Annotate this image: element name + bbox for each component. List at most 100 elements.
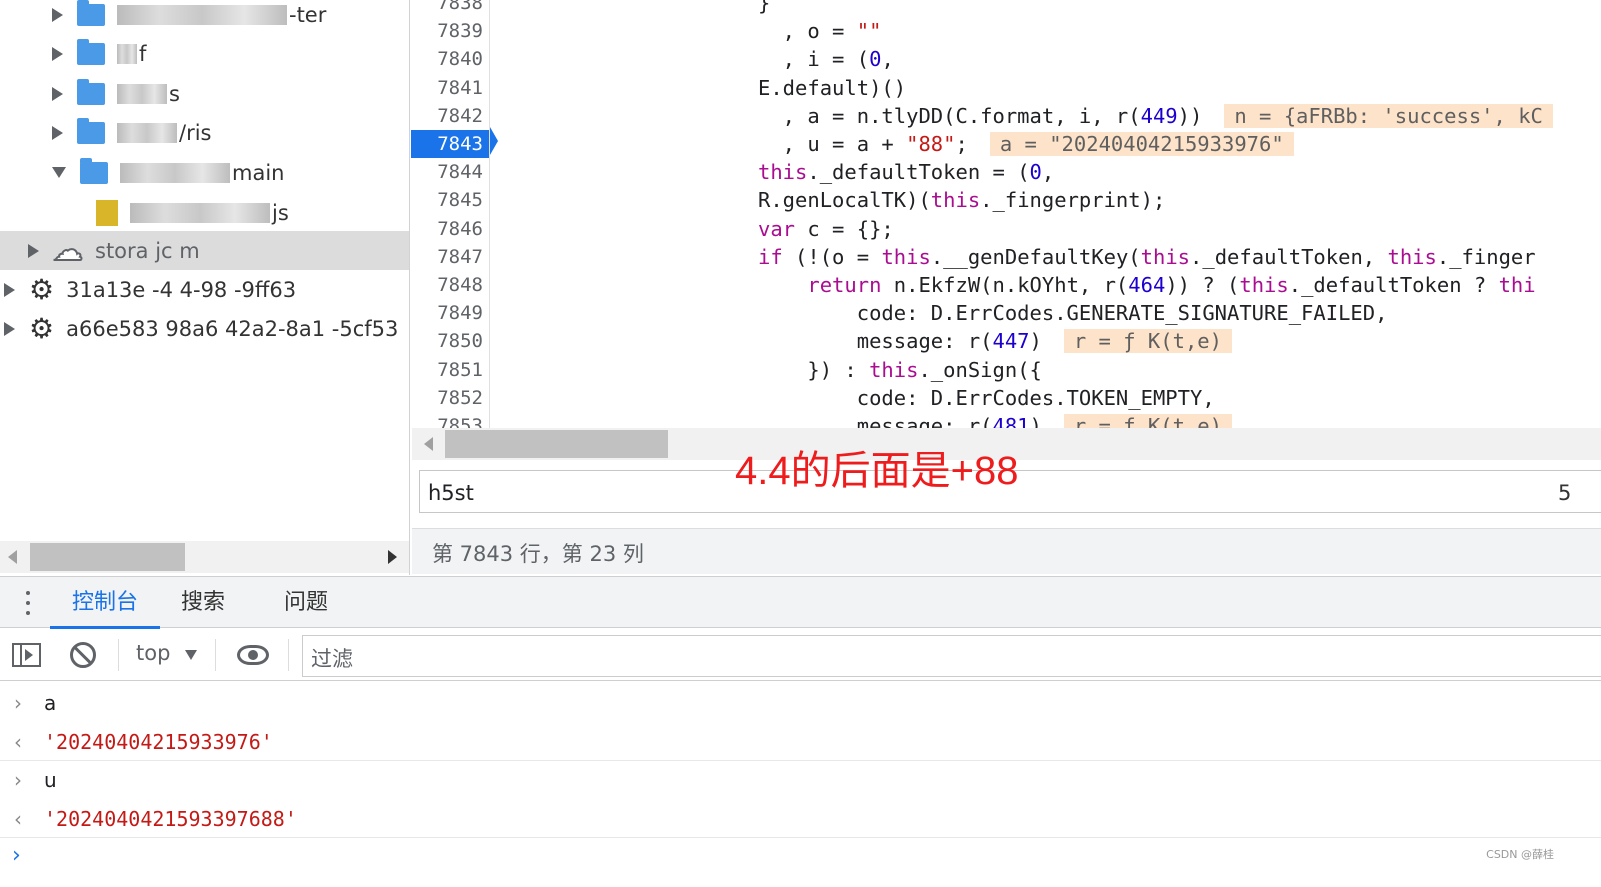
code-token: , <box>1041 160 1055 185</box>
line-number[interactable]: 7852 <box>413 384 483 412</box>
redacted <box>117 83 167 104</box>
tree-item[interactable]: ⚙ 31a13e -4 4-98 -9ff63 <box>0 270 409 309</box>
context-selector[interactable]: top <box>136 641 198 665</box>
code-token: this <box>881 244 931 269</box>
line-gutter[interactable]: 7838 7839 7840 7841 7842 7843 7844 7845 7846 7847… <box>411 0 490 437</box>
line-number[interactable]: 7850 <box>413 327 483 355</box>
line-number[interactable]: 7851 <box>413 356 483 384</box>
line-number[interactable]: 7843 <box>411 130 489 158</box>
line-number[interactable]: 7842 <box>413 102 483 130</box>
line-number[interactable]: 7838 <box>413 0 483 17</box>
filter-input[interactable]: 过滤 <box>302 635 1601 677</box>
code-line: E.default)() <box>758 74 906 102</box>
line-number[interactable]: 7846 <box>413 215 483 243</box>
code-token: 447 <box>992 329 1030 354</box>
code-token: , o = <box>758 19 857 44</box>
tree-item-label: 31a13e -4 4-98 -9ff63 <box>66 277 297 302</box>
collapsed-arrow-icon[interactable] <box>52 86 63 101</box>
code-line: code: D.ErrCodes.TOKEN_EMPTY, <box>758 384 1215 412</box>
tab-search[interactable]: 搜索 <box>165 577 241 629</box>
folder-icon <box>77 38 105 65</box>
folder-icon <box>80 157 108 184</box>
code-line: if (!(o = this.__genDefaultKey(this._def… <box>758 243 1536 271</box>
tree-item[interactable]: f <box>0 34 409 73</box>
line-number[interactable]: 7848 <box>413 271 483 299</box>
tree-item[interactable]: ⚙ a66e583 98a6 42a2-8a1 -5cf53 <box>0 309 409 348</box>
expanded-arrow-icon[interactable] <box>52 167 66 178</box>
status-bar: 第 7843 行，第 23 列 <box>412 528 1601 574</box>
code-token: if <box>758 244 783 269</box>
scroll-right-icon[interactable] <box>388 550 397 564</box>
code-line: , a = n.tlyDD(C.format, i, r(449)) n = {a… <box>758 102 1553 130</box>
scrollbar-thumb[interactable] <box>30 543 185 571</box>
live-expression-eye-icon[interactable] <box>237 645 269 665</box>
tree-item[interactable]: /ris <box>0 113 409 152</box>
breakpoint-arrow-icon <box>490 127 498 155</box>
code-line: }) : this._onSign({ <box>758 356 1042 384</box>
line-number[interactable]: 7839 <box>413 17 483 45</box>
tree-item-label: f <box>139 41 147 66</box>
code-token: ._fingerprint); <box>980 188 1166 213</box>
line-number[interactable]: 7845 <box>413 186 483 214</box>
redacted <box>120 162 230 183</box>
redacted <box>130 202 270 223</box>
code-token: 0 <box>1029 160 1042 185</box>
collapsed-arrow-icon[interactable] <box>52 125 63 140</box>
code-editor[interactable]: } , o = "" , i = (0, E.default)() , a = n… <box>498 0 1601 428</box>
cursor-position: 第 7843 行，第 23 列 <box>432 542 644 566</box>
console-input-text: u <box>44 768 57 792</box>
clear-console-icon[interactable] <box>70 642 96 668</box>
tree-item[interactable]: -ter <box>0 0 409 34</box>
code-token: }) : <box>758 357 870 382</box>
tree-item[interactable]: s <box>0 74 409 113</box>
scroll-left-icon[interactable] <box>424 437 433 451</box>
code-token: var <box>758 216 796 241</box>
scrollbar-thumb[interactable] <box>445 430 668 458</box>
tab-issues[interactable]: 问题 <box>268 577 344 629</box>
console-input-text: a <box>44 691 57 715</box>
scroll-left-icon[interactable] <box>8 550 17 564</box>
tree-item[interactable]: ☁ stora jc m <box>0 231 409 270</box>
line-number[interactable]: 7841 <box>413 74 483 102</box>
inline-value-preview: r = ƒ K(t,e) <box>1063 329 1232 354</box>
code-line: R.genLocalTK)(this._fingerprint); <box>758 186 1165 214</box>
tree-item[interactable]: main <box>0 153 409 192</box>
tree-item[interactable]: js <box>0 193 409 232</box>
tree-item-label: stora jc m <box>95 238 200 263</box>
line-number[interactable]: 7847 <box>413 243 483 271</box>
filter-placeholder: 过滤 <box>311 647 353 671</box>
line-number[interactable]: 7844 <box>413 158 483 186</box>
collapsed-arrow-icon[interactable] <box>4 321 15 336</box>
more-menu-icon[interactable] <box>22 589 34 617</box>
console-input: › u <box>0 761 1601 799</box>
line-number[interactable]: 7840 <box>413 45 483 73</box>
code-token: return <box>807 273 882 297</box>
collapsed-arrow-icon[interactable] <box>52 46 63 61</box>
sidebar-toggle-icon[interactable] <box>12 643 41 667</box>
code-line: message: r(447) r = ƒ K(t,e) <box>758 327 1232 355</box>
code-token: c = {}; <box>795 216 894 241</box>
redacted <box>117 4 287 25</box>
tree-item-label: main <box>232 160 285 185</box>
collapsed-arrow-icon[interactable] <box>28 243 39 258</box>
match-count: 5 <box>1558 481 1572 505</box>
console-prompt-icon[interactable]: › <box>12 843 21 868</box>
collapsed-arrow-icon[interactable] <box>52 7 63 22</box>
code-token: R.genLocalTK)( <box>758 188 931 213</box>
line-number[interactable]: 7849 <box>413 299 483 327</box>
code-token: this <box>869 357 919 382</box>
code-token: , a = n.tlyDD(C.format, i, r( <box>758 103 1141 128</box>
code-token: "" <box>856 19 882 44</box>
tree-item-label: a66e583 98a6 42a2-8a1 -5cf53 <box>66 316 399 341</box>
input-chevron-icon: › <box>14 691 22 715</box>
inline-value-preview: n = {aFRBb: 'success', kC <box>1224 103 1553 128</box>
code-line: code: D.ErrCodes.GENERATE_SIGNATURE_FAIL… <box>758 299 1388 327</box>
tree-item-label: -ter <box>289 2 327 27</box>
collapsed-arrow-icon[interactable] <box>4 282 15 297</box>
inline-value-preview: a = "20240404215933976" <box>989 132 1294 156</box>
navigator-scrollbar[interactable] <box>0 541 409 573</box>
watermark: CSDN @薛桂 <box>1486 848 1554 861</box>
code-token: this <box>758 160 808 185</box>
redacted <box>117 43 137 64</box>
tab-console[interactable]: 控制台 <box>50 577 160 629</box>
